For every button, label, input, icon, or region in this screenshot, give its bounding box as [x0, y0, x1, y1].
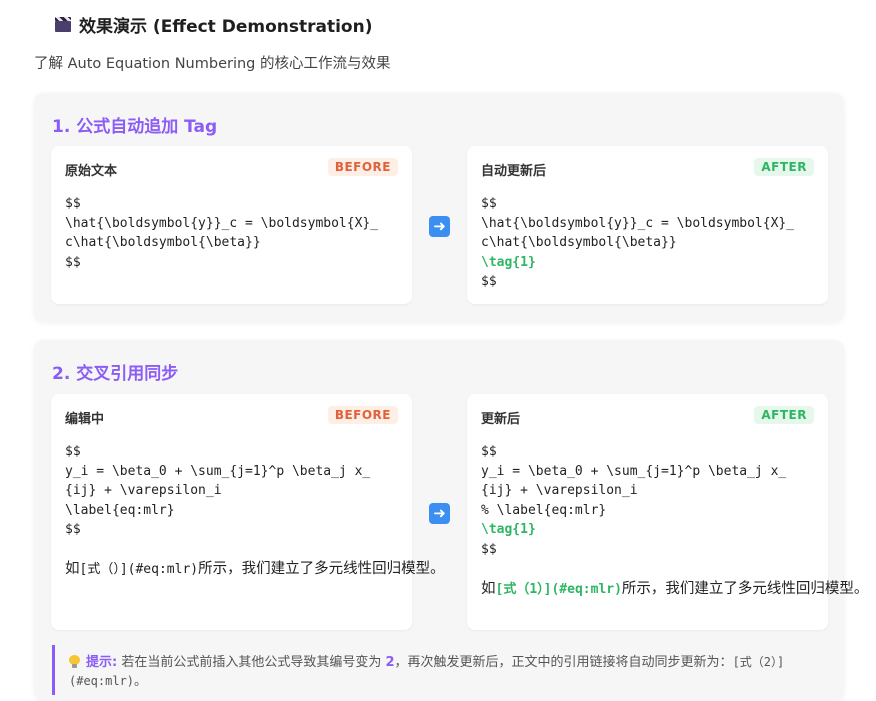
- ref-link[interactable]: [式（）](#eq:mlr): [80, 562, 199, 577]
- tag-line: \tag{1}: [481, 254, 536, 270]
- code-line: $$: [65, 254, 81, 270]
- before-card: 编辑中 BEFORE $$ y_i = \beta_0 + \sum_{j=1}…: [51, 394, 445, 630]
- tag-line: \tag{1}: [481, 522, 536, 538]
- code-block: $$ \hat{\boldsymbol{y}}_c = \boldsymbol{…: [481, 194, 816, 292]
- after-card: 更新后 AFTER $$ y_i = \beta_0 + \sum_{j=1}^…: [467, 394, 868, 630]
- tip-callout: 提示: 若在当前公式前插入其他公式导致其编号变为 2，再次触发更新后，正文中的引…: [52, 645, 826, 695]
- code-line: $$: [481, 274, 497, 290]
- before-card: 原始文本 BEFORE $$ \hat{\boldsymbol{y}}_c = …: [51, 146, 412, 304]
- tip-text: ，再次触发更新后，正文中的引用链接将自动同步更新为：: [394, 655, 733, 670]
- after-badge: AFTER: [754, 158, 814, 176]
- after-badge: AFTER: [754, 406, 814, 424]
- prose-text: 如[式（1）](#eq:mlr)所示，我们建立了多元线性回归模型。: [481, 579, 868, 600]
- section-auto-tag: 1. 公式自动追加 Tag 原始文本 BEFORE $$ \hat{\bolds…: [34, 93, 844, 322]
- clapperboard-icon: [55, 17, 71, 32]
- code-line: $$: [481, 196, 497, 211]
- code-line: y_i = \beta_0 + \sum_{j=1}^p \beta_j x_: [65, 463, 371, 479]
- prose-text: 如[式（）](#eq:mlr)所示，我们建立了多元线性回归模型。: [65, 559, 445, 580]
- code-line: {ij} + \varepsilon_i: [481, 483, 638, 499]
- card-label: 自动更新后: [481, 164, 547, 179]
- section-cross-ref: 2. 交叉引用同步 编辑中 BEFORE $$ y_i = \beta_0 + …: [34, 340, 868, 701]
- code-line: $$: [65, 522, 81, 538]
- code-line: \hat{\boldsymbol{y}}_c = \boldsymbol{X}_: [481, 215, 795, 231]
- tip-label: 提示:: [86, 655, 118, 670]
- after-card: 自动更新后 AFTER $$ \hat{\boldsymbol{y}}_c = …: [467, 146, 828, 304]
- code-line: \hat{\boldsymbol{y}}_c = \boldsymbol{X}_: [65, 215, 379, 231]
- tip-end: 。: [134, 674, 148, 689]
- code-line: $$: [481, 541, 497, 557]
- code-block: $$ \hat{\boldsymbol{y}}_c = \boldsymbol{…: [65, 194, 400, 272]
- right-arrow-icon: ➜: [429, 503, 450, 524]
- page-title: 效果演示 (Effect Demonstration): [79, 17, 373, 37]
- code-line: {ij} + \varepsilon_i: [65, 483, 222, 499]
- prose-prefix: 如: [65, 560, 80, 577]
- right-arrow-icon: ➜: [429, 216, 450, 237]
- code-block: $$ y_i = \beta_0 + \sum_{j=1}^p \beta_j …: [481, 442, 868, 600]
- code-line: $$: [481, 444, 497, 459]
- code-line: c\hat{\boldsymbol{\beta}}: [481, 235, 677, 251]
- prose-suffix: 所示，我们建立了多元线性回归模型。: [198, 560, 445, 577]
- tip-text: 若在当前公式前插入其他公式导致其编号变为: [121, 655, 382, 670]
- card-label: 编辑中: [65, 412, 105, 427]
- prose-prefix: 如: [481, 580, 496, 597]
- card-label: 原始文本: [65, 164, 118, 179]
- tip-number: 2: [385, 655, 395, 670]
- prose-suffix: 所示，我们建立了多元线性回归模型。: [621, 580, 869, 597]
- card-label: 更新后: [481, 412, 521, 427]
- ref-link[interactable]: [式（1）](#eq:mlr): [496, 582, 622, 597]
- code-line: y_i = \beta_0 + \sum_{j=1}^p \beta_j x_: [481, 463, 787, 479]
- page-header: 效果演示 (Effect Demonstration): [55, 12, 372, 37]
- code-line: $$: [65, 196, 81, 211]
- before-badge: BEFORE: [327, 406, 398, 424]
- section-title: 1. 公式自动追加 Tag: [52, 117, 218, 137]
- page-subtitle: 了解 Auto Equation Numbering 的核心工作流与效果: [34, 56, 391, 72]
- section-title: 2. 交叉引用同步: [52, 364, 179, 384]
- code-line: c\hat{\boldsymbol{\beta}}: [65, 235, 261, 251]
- code-block: $$ y_i = \beta_0 + \sum_{j=1}^p \beta_j …: [65, 442, 445, 580]
- before-badge: BEFORE: [327, 158, 398, 176]
- lightbulb-icon: [69, 655, 80, 668]
- code-line: \label{eq:mlr}: [65, 502, 175, 518]
- code-line: $$: [65, 444, 81, 459]
- code-line: % \label{eq:mlr}: [481, 502, 607, 518]
